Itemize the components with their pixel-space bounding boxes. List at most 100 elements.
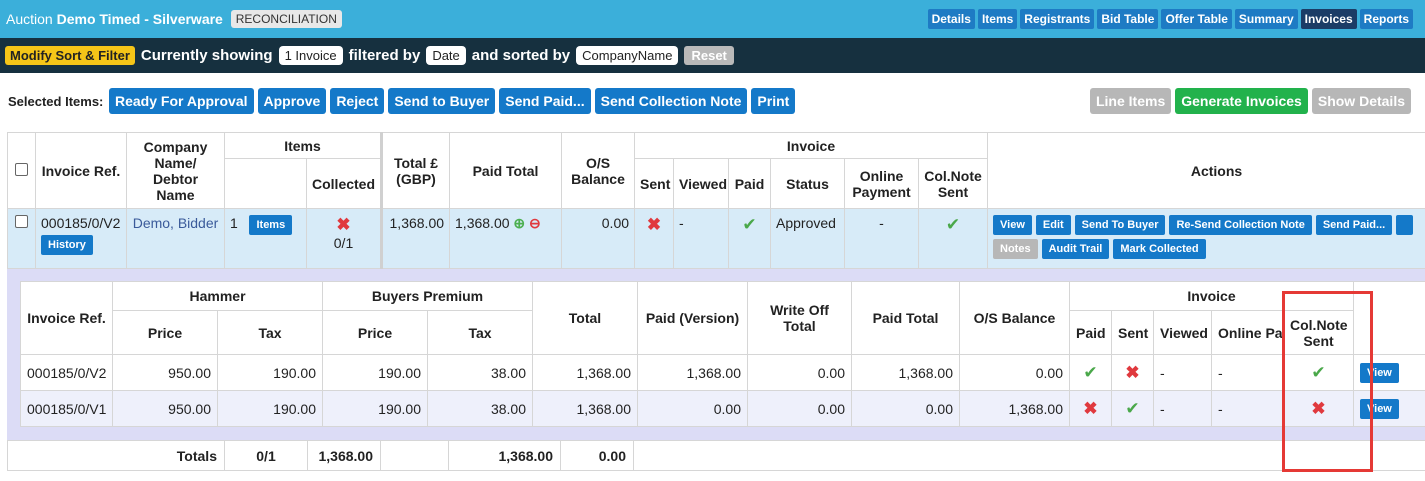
selected-items-label: Selected Items: [8,94,104,109]
select-all-checkbox[interactable] [15,162,28,176]
totals-collected: 0/1 [224,440,308,471]
tab-bid-table[interactable]: Bid Table [1097,9,1159,29]
check-icon: ✔ [1083,362,1098,382]
sub-hammer-price: 950.00 [112,390,218,427]
send-paid-button[interactable]: Send Paid... [499,88,591,114]
sub-header-hammer-price: Price [112,310,218,355]
row-collected-cell: ✖ 0/1 [305,208,384,269]
sub-header-bp-price: Price [322,310,428,355]
select-all-cell [7,132,36,209]
header-sent: Sent [634,158,675,209]
resend-collection-note-button[interactable]: Re-Send Collection Note [1169,215,1312,235]
sub-header-invoice-ref: Invoice Ref. [20,281,113,355]
print-button[interactable]: Print [751,88,796,114]
send-to-buyer-row-button[interactable]: Send To Buyer [1074,215,1166,235]
mark-collected-button[interactable]: Mark Collected [1113,239,1206,259]
filter-bar: Modify Sort & Filter Currently showing 1… [0,38,1425,73]
filtered-by-label: filtered by [348,47,421,64]
check-icon: ✔ [1125,398,1140,418]
items-button[interactable]: Items [249,215,293,235]
check-icon: ✔ [742,215,757,234]
sub-bp-price: 190.00 [322,354,428,391]
sub-hammer-tax: 190.00 [217,390,323,427]
row-paid-cell: ✔ [728,208,772,269]
header-total[interactable]: Total £(GBP) [381,132,451,209]
tab-items[interactable]: Items [977,9,1018,29]
sub-header-write-off: Write Off Total [747,281,852,355]
header-invoice-ref[interactable]: Invoice Ref. [35,132,127,209]
generate-invoices-button[interactable]: Generate Invoices [1175,88,1308,114]
tab-offer-table[interactable]: Offer Table [1161,9,1232,29]
row-paid-total: 1,368.00 [455,215,510,231]
sub-hammer-tax: 190.00 [217,354,323,391]
audit-trail-button[interactable]: Audit Trail [1041,239,1110,259]
status-badge: RECONCILIATION [230,10,342,28]
sub-paid-version: 1,368.00 [637,354,748,391]
sub-total: 1,368.00 [532,354,638,391]
tab-registrants[interactable]: Registrants [1020,9,1095,29]
modify-sort-filter-button[interactable]: Modify Sort & Filter [5,46,135,65]
tab-details[interactable]: Details [927,9,975,29]
auction-name: Demo Timed - Silverware [56,11,223,27]
sub-header-buyers-premium: Buyers Premium [322,281,533,311]
sub-paid-total: 0.00 [851,390,960,427]
row-colnote-cell: ✔ [918,208,989,269]
sub-ref: 000185/0/V1 [20,390,113,427]
header-items-blank [224,158,307,209]
totals-label: Totals [7,440,225,471]
row-items-count: 1 [230,215,238,231]
totals-paid-total: 1,368.00 [448,440,561,471]
approve-button[interactable]: Approve [257,88,327,114]
overflow-action-button[interactable] [1396,215,1414,235]
send-collection-note-button[interactable]: Send Collection Note [594,88,748,114]
totals-total: 1,368.00 [307,440,381,471]
send-to-buyer-button[interactable]: Send to Buyer [388,88,496,114]
view-button[interactable]: View [993,215,1032,235]
ready-for-approval-button[interactable]: Ready For Approval [109,88,254,114]
row-online-payment: - [844,208,920,269]
header-os-balance[interactable]: O/S Balance [561,132,636,209]
row-viewed: - [673,208,730,269]
header-items: Items [223,132,384,159]
table-row: 000185/0/V2 History Demo, Bidder 1 Items… [7,208,1425,269]
cross-icon: ✖ [646,215,662,234]
row-collected: 0/1 [333,235,354,251]
sub-header-hammer-tax: Tax [217,310,323,355]
add-payment-icon[interactable]: ⊕ [513,215,525,231]
row-items-cell: 1 Items [224,208,307,269]
header-company[interactable]: Company Name/ Debtor Name [126,132,225,209]
send-paid-row-button[interactable]: Send Paid... [1315,215,1393,235]
sub-viewed: - [1153,354,1212,391]
edit-button[interactable]: Edit [1035,215,1071,235]
invoice-count-pill: 1 Invoice [278,46,343,65]
sub-total: 1,368.00 [532,390,638,427]
line-items-button[interactable]: Line Items [1089,88,1172,114]
table-row: 000185/0/V1 950.00 190.00 190.00 38.00 1… [20,390,1425,427]
check-icon: ✔ [945,215,961,234]
sub-header-viewed: Viewed [1153,310,1212,355]
remove-payment-icon[interactable]: ⊖ [529,215,541,231]
cross-icon: ✖ [1125,362,1140,382]
sub-header-paid-total: Paid Total [851,281,960,355]
notes-button[interactable]: Notes [993,239,1038,259]
reset-button[interactable]: Reset [684,46,734,65]
tab-reports[interactable]: Reports [1359,9,1413,29]
row-select-cell [7,208,36,269]
top-bar: Auction Demo Timed - Silverware RECONCIL… [0,0,1425,38]
row-invoice-ref: 000185/0/V2 [41,215,121,231]
header-collected: Collected [305,158,384,209]
reject-button[interactable]: Reject [330,88,385,114]
history-button[interactable]: History [41,235,93,255]
row-checkbox[interactable] [15,215,28,228]
not-collected-icon: ✖ [336,215,351,234]
show-details-button[interactable]: Show Details [1311,88,1411,114]
tab-invoices[interactable]: Invoices [1300,9,1357,29]
sub-paid-cell: ✖ [1069,390,1112,427]
nav-tabs: Details Items Registrants Bid Table Offe… [927,9,1413,29]
table-row: 000185/0/V2 950.00 190.00 190.00 38.00 1… [20,354,1425,391]
header-paid-total[interactable]: Paid Total [449,132,563,209]
row-company-link[interactable]: Demo, Bidder [133,215,219,231]
highlight-box [1282,291,1373,472]
sort-value-pill: CompanyName [576,46,679,65]
tab-summary[interactable]: Summary [1234,9,1298,29]
